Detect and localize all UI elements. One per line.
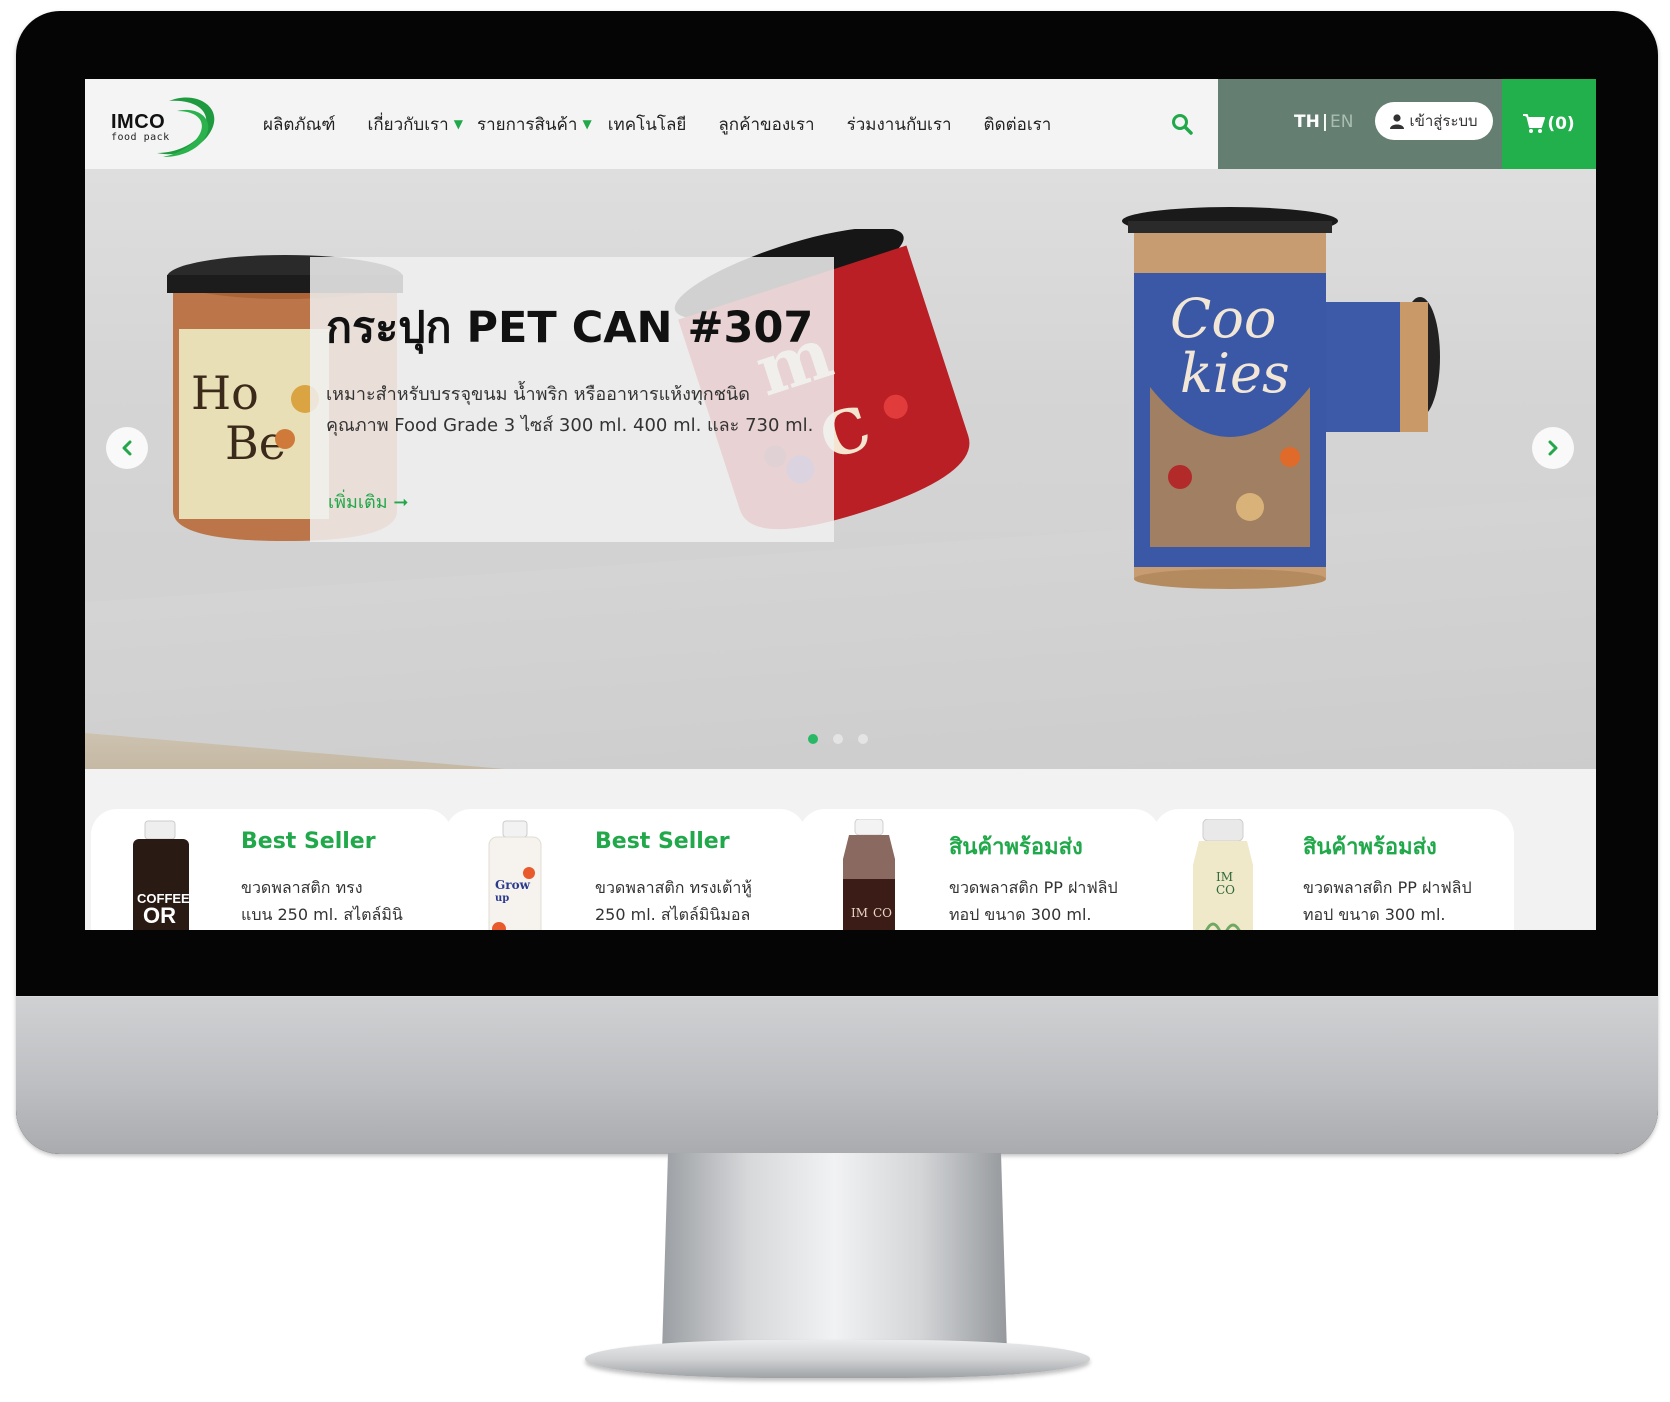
svg-text:Ho: Ho xyxy=(191,366,259,420)
lang-en[interactable]: EN xyxy=(1330,112,1353,132)
lang-th[interactable]: TH xyxy=(1294,112,1320,132)
nav-item-label: ร่วมงานกับเรา xyxy=(846,114,952,135)
slider-prev-button[interactable] xyxy=(106,427,148,469)
nav-item-technology[interactable]: เทคโนโลยี xyxy=(608,111,687,138)
nav-item-label: เกี่ยวกับเรา xyxy=(367,114,449,135)
language-switcher: TH | EN xyxy=(1294,112,1354,132)
logo-tagline: food pack xyxy=(111,132,170,143)
slider-dot-3[interactable] xyxy=(858,734,868,744)
hero-more-label: เพิ่มเติม xyxy=(328,492,388,513)
cart-button[interactable]: (0) xyxy=(1502,79,1596,169)
nav-item-contact[interactable]: ติดต่อเรา xyxy=(984,111,1052,138)
product-card[interactable]: IM CO สินค้าพร้อมส่ง ขวดพลาสติก PP ฝาฟลิ… xyxy=(799,809,1160,930)
growup-bottle-image: Grow up xyxy=(488,820,542,930)
logo-wordmark: IMCO xyxy=(111,111,166,133)
svg-text:Coo: Coo xyxy=(1170,287,1276,350)
hero-more-link[interactable]: เพิ่มเติม ➞ xyxy=(328,487,408,516)
thumb-text: IM xyxy=(1216,870,1233,884)
thumb-text: IM xyxy=(851,906,868,920)
chevron-left-icon xyxy=(122,440,132,456)
hero-slider: Ho Be m C C xyxy=(85,169,1596,769)
imco-logo[interactable]: IMCO food pack xyxy=(105,87,225,165)
product-badge-title: Best Seller xyxy=(241,829,376,854)
caret-down-icon: ▼ xyxy=(453,117,463,131)
product-description: ขวดพลาสติก PP ฝาฟลิป xyxy=(949,878,1118,897)
product-description: 250 ml. สไตล์มินิมอล xyxy=(595,905,751,924)
thumb-text: CO xyxy=(1216,883,1235,897)
coffee-bottle-image: COFFEE OR xyxy=(133,820,190,930)
cookies-can-image: Coo kies xyxy=(1122,207,1440,589)
search-icon[interactable] xyxy=(1170,112,1196,138)
product-description: ขวดพลาสติก ทรง xyxy=(241,878,363,897)
product-card[interactable]: COFFEE OR Best Seller ขวดพลาสติก ทรง แบน… xyxy=(91,809,452,930)
product-description: แบน 250 ml. สไตล์มินิ xyxy=(241,905,403,924)
product-badge-title: สินค้าพร้อมส่ง xyxy=(949,835,1083,860)
nav-item-label: ผลิตภัณฑ์ xyxy=(263,114,336,135)
slider-dot-1[interactable] xyxy=(808,734,818,744)
svg-text:kies: kies xyxy=(1180,342,1290,405)
nav-item-label: รายการสินค้า xyxy=(476,114,578,135)
monitor-stand-base xyxy=(585,1340,1090,1378)
thumb-text: OR xyxy=(143,903,176,928)
dressing-bottle-image: IM CO xyxy=(1193,819,1253,930)
user-icon xyxy=(1390,113,1405,129)
product-description: ขวดพลาสติก PP ฝาฟลิป xyxy=(1303,878,1472,897)
slider-dots xyxy=(808,734,883,744)
nav-item-customers[interactable]: ลูกค้าของเรา xyxy=(718,111,814,138)
thumb-text: CO xyxy=(873,906,892,920)
lang-separator: | xyxy=(1321,112,1329,132)
product-card[interactable]: Grow up Best Seller ขวดพลาสติก ทรงเต้าหู… xyxy=(445,809,806,930)
product-description: ขวดพลาสติก ทรงเต้าหู้ xyxy=(595,878,752,897)
product-badge-title: Best Seller xyxy=(595,829,730,854)
thumb-text: up xyxy=(495,893,509,904)
thumb-text: Grow xyxy=(495,878,531,892)
cart-count: (0) xyxy=(1547,114,1575,134)
caret-down-icon: ▼ xyxy=(582,117,592,131)
product-card[interactable]: IM CO สินค้าพร้อมส่ง ขวดพลาสติก PP ฝาฟลิ… xyxy=(1153,809,1514,930)
arrow-right-icon: ➞ xyxy=(393,492,409,513)
slider-next-button[interactable] xyxy=(1532,427,1574,469)
nav-item-label: ติดต่อเรา xyxy=(983,114,1052,135)
nav-item-careers[interactable]: ร่วมงานกับเรา xyxy=(847,111,952,138)
monitor-chin xyxy=(16,996,1658,1154)
hero-description-line2: คุณภาพ Food Grade 3 ไซส์ 300 ml. 400 ml.… xyxy=(326,415,814,436)
chevron-right-icon xyxy=(1548,440,1558,456)
product-description: ทอป ขนาด 300 ml. xyxy=(1303,905,1446,924)
nav-item-product-list[interactable]: รายการสินค้า ▼ xyxy=(477,111,592,138)
product-badge-title: สินค้าพร้อมส่ง xyxy=(1303,835,1437,860)
hero-description-line1: เหมาะสำหรับบรรจุขนม น้ำพริก หรืออาหารแห้… xyxy=(326,384,750,405)
login-label: เข้าสู่ระบบ xyxy=(1409,112,1478,130)
site-header: IMCO food pack ผลิตภัณฑ์ เกี่ยวกับเรา ▼ … xyxy=(85,79,1596,169)
login-button[interactable]: เข้าสู่ระบบ xyxy=(1375,102,1493,140)
website-screen: IMCO food pack ผลิตภัณฑ์ เกี่ยวกับเรา ▼ … xyxy=(85,79,1596,930)
product-description: ทอป ขนาด 300 ml. xyxy=(949,905,1092,924)
hero-title: กระปุก PET CAN #307 xyxy=(326,303,814,353)
product-cards: COFFEE OR Best Seller ขวดพลาสติก ทรง แบน… xyxy=(85,769,1596,930)
main-nav: ผลิตภัณฑ์ เกี่ยวกับเรา ▼ รายการสินค้า ▼ … xyxy=(263,79,1083,169)
chocolate-bottle-image: IM CO xyxy=(843,819,895,930)
slider-dot-2[interactable] xyxy=(833,734,843,744)
nav-item-products[interactable]: ผลิตภัณฑ์ xyxy=(263,111,336,138)
nav-item-about[interactable]: เกี่ยวกับเรา ▼ xyxy=(368,111,463,138)
account-bar: TH | EN เข้าสู่ระบบ xyxy=(1218,79,1502,169)
hero-caption: กระปุก PET CAN #307 เหมาะสำหรับบรรจุขนม … xyxy=(310,257,834,542)
nav-item-label: เทคโนโลยี xyxy=(607,114,687,135)
monitor-stand-neck xyxy=(662,1153,1007,1353)
cart-icon xyxy=(1523,114,1546,133)
nav-item-label: ลูกค้าของเรา xyxy=(718,114,815,135)
